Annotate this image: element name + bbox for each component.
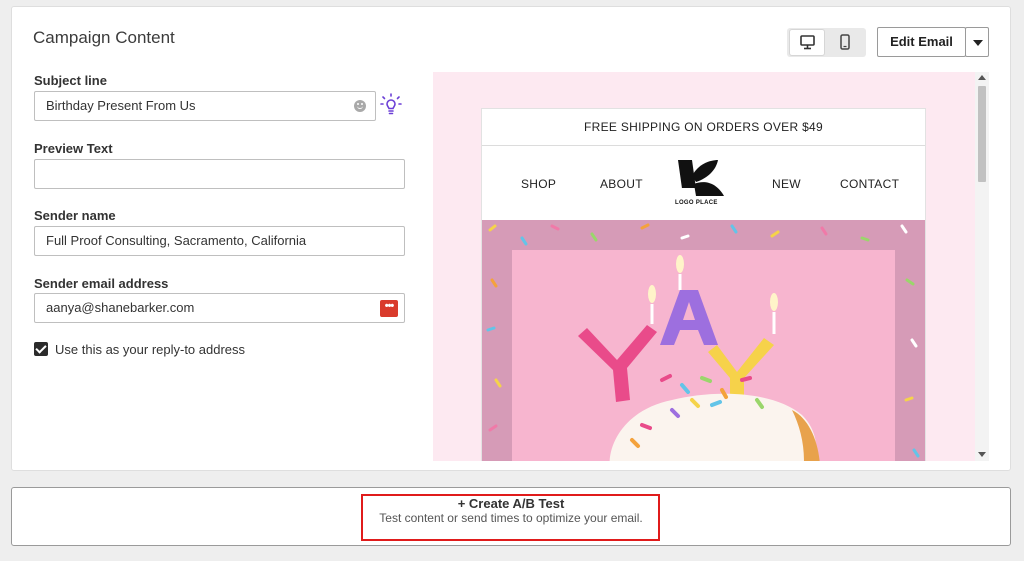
logo-text: LOGO PLACE (675, 200, 718, 206)
scroll-thumb[interactable] (978, 86, 986, 182)
cupcake-photo (512, 250, 895, 461)
email-preview-pane[interactable]: FREE SHIPPING ON ORDERS OVER $49 SHOP AB… (433, 72, 989, 461)
ab-test-subtitle: Test content or send times to optimize y… (379, 511, 643, 525)
lightbulb-icon[interactable] (380, 93, 402, 115)
reply-to-label: Use this as your reply-to address (55, 342, 246, 357)
preview-scrollbar[interactable] (975, 72, 989, 461)
mobile-view-button[interactable] (828, 30, 862, 55)
subject-line-label: Subject line (34, 73, 107, 88)
create-ab-test-button[interactable]: + Create A/B Test (12, 496, 1010, 511)
campaign-content-card: Campaign Content Subject line Birthday P… (11, 6, 1011, 471)
email-preview: FREE SHIPPING ON ORDERS OVER $49 SHOP AB… (482, 109, 925, 461)
email-nav: SHOP ABOUT LOGO PLACE NEW CONTACT (482, 146, 925, 219)
sender-email-input[interactable]: aanya@shanebarker.com ••• (34, 293, 405, 323)
reply-to-checkbox[interactable] (34, 342, 48, 356)
password-manager-icon[interactable]: ••• (380, 300, 398, 317)
edit-email-dropdown-button[interactable] (965, 27, 989, 57)
email-nav-contact[interactable]: CONTACT (840, 177, 899, 191)
subject-line-input[interactable]: Birthday Present From Us (34, 91, 376, 121)
edit-email-button[interactable]: Edit Email (877, 27, 966, 57)
sender-name-value: Full Proof Consulting, Sacramento, Calif… (46, 233, 307, 248)
sender-name-input[interactable]: Full Proof Consulting, Sacramento, Calif… (34, 226, 405, 256)
desktop-icon (800, 35, 815, 50)
ab-test-box[interactable]: + Create A/B Test Test content or send t… (11, 487, 1011, 546)
hero-image (482, 220, 925, 461)
brand-logo-icon (678, 160, 724, 196)
device-toggle (787, 28, 866, 57)
mobile-icon (840, 34, 850, 50)
shipping-banner: FREE SHIPPING ON ORDERS OVER $49 (482, 109, 925, 146)
preview-text-input[interactable] (34, 159, 405, 189)
emoji-icon[interactable] (354, 100, 366, 112)
sender-email-value: aanya@shanebarker.com (46, 300, 195, 315)
scroll-up-icon[interactable] (978, 75, 986, 80)
sender-email-label: Sender email address (34, 276, 169, 291)
preview-text-label: Preview Text (34, 141, 113, 156)
email-nav-new[interactable]: NEW (772, 177, 801, 191)
cupcake-illustration (578, 255, 820, 461)
desktop-view-button[interactable] (790, 30, 824, 55)
subject-line-value: Birthday Present From Us (46, 98, 196, 113)
card-title: Campaign Content (33, 28, 175, 47)
scroll-down-icon[interactable] (978, 452, 986, 457)
email-nav-shop[interactable]: SHOP (521, 177, 556, 191)
sender-name-label: Sender name (34, 208, 116, 223)
email-nav-about[interactable]: ABOUT (600, 177, 643, 191)
